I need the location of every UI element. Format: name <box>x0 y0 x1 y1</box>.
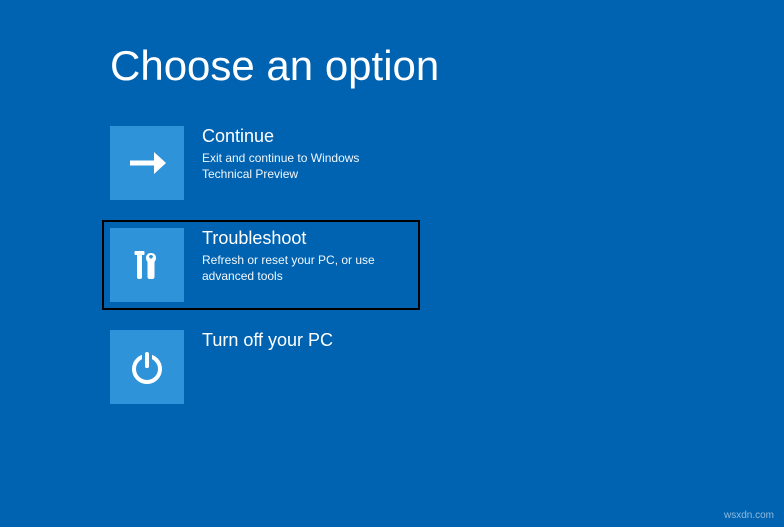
option-title: Continue <box>202 126 392 147</box>
watermark: wsxdn.com <box>724 510 774 521</box>
option-description: Exit and continue to Windows Technical P… <box>202 150 392 182</box>
option-description: Refresh or reset your PC, or use advance… <box>202 252 392 284</box>
option-text: Turn off your PC <box>184 330 333 354</box>
tools-icon <box>125 243 169 287</box>
continue-icon-box <box>110 126 184 200</box>
option-continue[interactable]: Continue Exit and continue to Windows Te… <box>110 126 784 200</box>
power-icon <box>125 345 169 389</box>
option-title: Turn off your PC <box>202 330 333 351</box>
option-turnoff[interactable]: Turn off your PC <box>110 330 784 404</box>
option-title: Troubleshoot <box>202 228 392 249</box>
arrow-right-icon <box>124 140 170 186</box>
troubleshoot-icon-box <box>110 228 184 302</box>
page-title: Choose an option <box>110 42 784 90</box>
options-list: Continue Exit and continue to Windows Te… <box>110 126 784 404</box>
turnoff-icon-box <box>110 330 184 404</box>
option-text: Troubleshoot Refresh or reset your PC, o… <box>184 228 392 284</box>
main-container: Choose an option Continue Exit and conti… <box>0 0 784 404</box>
option-text: Continue Exit and continue to Windows Te… <box>184 126 392 182</box>
option-troubleshoot[interactable]: Troubleshoot Refresh or reset your PC, o… <box>102 220 420 310</box>
